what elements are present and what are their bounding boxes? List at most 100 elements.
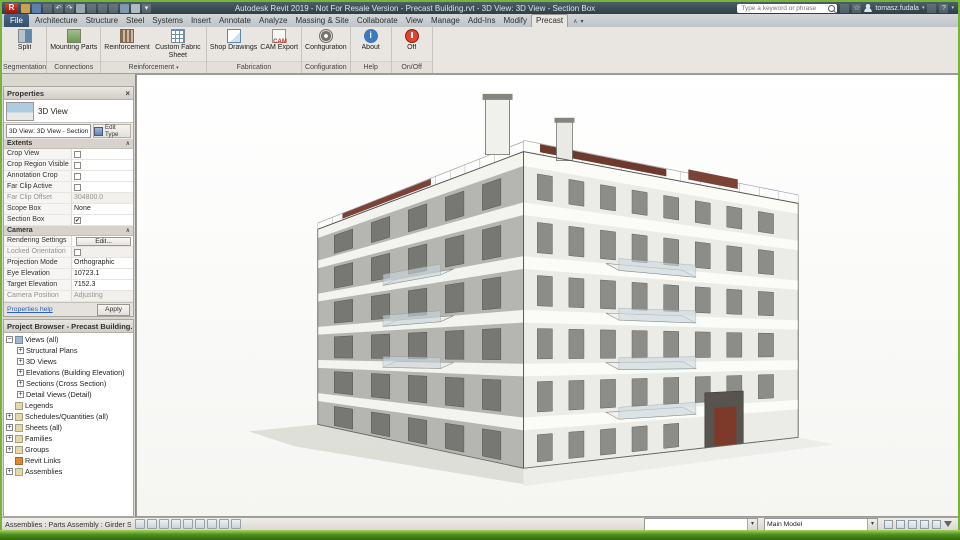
aligned-dimension-icon[interactable] [98, 3, 107, 13]
rendering-settings-edit-button[interactable]: Edit... [76, 236, 131, 246]
customize-qat-icon[interactable]: ▾ [142, 3, 151, 13]
expand-box-icon[interactable]: + [6, 435, 13, 442]
measure-icon[interactable] [87, 3, 96, 13]
panel-label-reinforcement[interactable]: Reinforcement ▾ [101, 61, 206, 73]
tree-item-schedules[interactable]: + Schedules/Quantities (all) [6, 411, 133, 422]
revit-logo[interactable]: R [5, 3, 18, 13]
expand-box-icon[interactable]: + [17, 380, 24, 387]
mounting-parts-button[interactable]: Mounting Parts [49, 28, 98, 61]
tab-modify[interactable]: Modify [499, 15, 531, 27]
tree-item-structural-plans[interactable]: + Structural Plans [6, 345, 133, 356]
tree-item-detail-views[interactable]: + Detail Views (Detail) [6, 389, 133, 400]
properties-header[interactable]: Properties × [4, 87, 133, 100]
app-store-icon[interactable] [927, 3, 937, 13]
expand-box-icon[interactable]: + [6, 468, 13, 475]
save-icon[interactable] [32, 3, 41, 13]
scale-icon[interactable] [135, 519, 145, 529]
eye-elevation-value[interactable]: 10723.1 [71, 269, 133, 279]
visual-style-icon[interactable] [159, 519, 169, 529]
tab-collaborate[interactable]: Collaborate [353, 15, 402, 27]
drawing-area[interactable] [136, 74, 958, 517]
ribbon-cycle-icon[interactable]: ▾ [581, 18, 584, 25]
shadows-icon[interactable] [183, 519, 193, 529]
tree-item-groups[interactable]: + Groups [6, 444, 133, 455]
tree-item-sections[interactable]: + Sections (Cross Section) [6, 378, 133, 389]
collapse-icon[interactable]: ∧ [126, 227, 130, 234]
view-instance-select[interactable]: 3D View: 3D View - Section Box ▾ [6, 124, 91, 138]
custom-fabric-sheet-button[interactable]: Custom Fabric Sheet [152, 28, 204, 61]
section-header-extents[interactable]: Extents ∧ [4, 139, 133, 149]
tag-icon[interactable] [109, 3, 118, 13]
section-icon[interactable] [131, 3, 140, 13]
properties-help-link[interactable]: Properties help [7, 306, 53, 313]
filter-icon[interactable] [944, 521, 952, 527]
tree-item-revit-links[interactable]: Revit Links [6, 455, 133, 466]
sync-icon[interactable] [43, 3, 52, 13]
communication-center-icon[interactable] [840, 3, 850, 13]
user-menu-chevron-icon[interactable]: ▾ [922, 5, 925, 11]
configuration-button[interactable]: Configuration [304, 28, 348, 61]
expand-box-icon[interactable]: + [17, 391, 24, 398]
target-elevation-value[interactable]: 7152.3 [71, 280, 133, 290]
edit-type-button[interactable]: Edit Type [93, 124, 131, 138]
annotation-crop-checkbox[interactable] [71, 171, 133, 181]
expand-box-icon[interactable]: + [6, 413, 13, 420]
select-links-toggle-icon[interactable] [884, 519, 893, 529]
tab-manage[interactable]: Manage [427, 15, 464, 27]
split-button[interactable]: Split [7, 28, 43, 61]
section-header-camera[interactable]: Camera ∧ [4, 226, 133, 236]
help-menu-chevron-icon[interactable]: ▾ [951, 5, 954, 11]
tree-item-3d-views[interactable]: +3D Views [6, 356, 133, 367]
3d-building-model[interactable] [137, 75, 958, 516]
projection-mode-value[interactable]: Orthographic [71, 258, 133, 268]
chevron-down-icon[interactable]: ▾ [747, 518, 757, 530]
collapse-icon[interactable]: ∧ [126, 140, 130, 147]
apply-button[interactable]: Apply [96, 303, 130, 316]
tab-structure[interactable]: Structure [82, 15, 122, 27]
chevron-down-icon[interactable]: ▾ [867, 518, 877, 530]
username[interactable]: tomasz.fudala [875, 5, 919, 12]
help-icon[interactable]: ? [939, 3, 949, 13]
expand-box-icon[interactable]: + [17, 347, 24, 354]
open-icon[interactable] [21, 3, 30, 13]
tab-architecture[interactable]: Architecture [31, 15, 82, 27]
drag-on-selection-toggle-icon[interactable] [932, 519, 941, 529]
select-pinned-toggle-icon[interactable] [908, 519, 917, 529]
detail-level-icon[interactable] [147, 519, 157, 529]
expand-box-icon[interactable]: + [17, 358, 24, 365]
tree-item-families[interactable]: + Families [6, 433, 133, 444]
tab-view[interactable]: View [402, 15, 427, 27]
expand-box-icon[interactable]: + [6, 446, 13, 453]
favorites-icon[interactable]: ☆ [852, 3, 862, 13]
tree-item-sheets[interactable]: + Sheets (all) [6, 422, 133, 433]
scope-box-value[interactable]: None [71, 204, 133, 214]
show-crop-region-icon[interactable] [207, 519, 217, 529]
off-button[interactable]: Off [394, 28, 430, 61]
far-clip-active-checkbox[interactable] [71, 182, 133, 192]
cam-export-button[interactable]: CAM CAM Export [259, 28, 299, 61]
worksets-select[interactable]: ▾ [644, 517, 758, 531]
tree-item-elevations[interactable]: + Elevations (Building Elevation) [6, 367, 133, 378]
expand-box-icon[interactable]: + [17, 369, 24, 376]
shop-drawings-button[interactable]: Shop Drawings [209, 28, 258, 61]
print-icon[interactable] [76, 3, 85, 13]
default-3d-view-icon[interactable] [120, 3, 129, 13]
panel-dropdown-icon[interactable]: ▾ [176, 65, 179, 71]
design-options-select[interactable]: Main Model ▾ [764, 517, 878, 531]
tab-steel[interactable]: Steel [122, 15, 148, 27]
tab-file[interactable]: File [4, 14, 29, 27]
expand-box-icon[interactable]: + [6, 424, 13, 431]
crop-view-icon[interactable] [195, 519, 205, 529]
undo-icon[interactable]: ↶ [54, 3, 63, 13]
minimize-ribbon-icon[interactable]: ∧ [573, 18, 577, 25]
tab-massing-site[interactable]: Massing & Site [291, 15, 352, 27]
temporary-hide-isolate-icon[interactable] [219, 519, 229, 529]
close-icon[interactable]: × [125, 89, 130, 98]
collapse-box-icon[interactable]: − [6, 336, 13, 343]
tree-item-legends[interactable]: Legends [6, 400, 133, 411]
tree-item-views-all[interactable]: − Views (all) [6, 334, 133, 345]
tab-analyze[interactable]: Analyze [255, 15, 291, 27]
tab-systems[interactable]: Systems [148, 15, 187, 27]
tab-add-ins[interactable]: Add-Ins [464, 15, 500, 27]
tab-insert[interactable]: Insert [187, 15, 215, 27]
